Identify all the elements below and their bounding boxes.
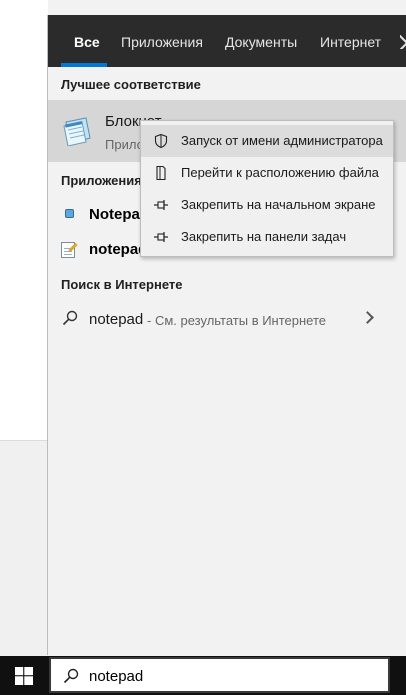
web-result-query: notepad [89,311,144,328]
menu-item-label: Запуск от имени администратора [181,133,383,148]
desktop-area [0,0,48,440]
pin-icon [154,200,168,210]
web-result[interactable]: notepad - См. результаты в Интернете [48,301,406,337]
windows-logo-icon [15,667,33,685]
tabs-more-chevron-icon[interactable] [400,35,406,49]
shield-icon [154,133,168,149]
search-panel: Все Приложения Документы Интернет Лучшее… [47,15,406,655]
taskbar-search-input[interactable]: notepad [49,657,390,693]
desktop-area-lower [0,441,48,656]
active-tab-indicator [61,63,107,67]
menu-item-label: Перейти к расположению файла [181,165,379,180]
tab-bar: Все Приложения Документы Интернет [48,15,406,67]
section-web: Поиск в Интернете [61,277,183,292]
menu-item-open-location[interactable]: Перейти к расположению файла [141,157,393,189]
search-icon [62,310,78,326]
section-apps: Приложения [61,173,142,188]
notepad-doc-icon [61,242,78,258]
menu-item-run-as-admin[interactable]: Запуск от имени администратора [141,125,393,157]
start-button[interactable] [0,656,48,695]
tab-apps[interactable]: Приложения [121,15,203,67]
web-result-hint: - См. результаты в Интернете [147,313,327,328]
file-location-icon [156,165,166,181]
chevron-right-icon[interactable] [361,311,374,324]
pin-taskbar-icon [154,232,168,242]
tab-all[interactable]: Все [74,15,100,67]
best-match-type: Прило [105,137,144,152]
search-icon [63,668,79,684]
taskbar: notepad [0,656,406,695]
menu-item-label: Закрепить на панели задач [181,229,347,244]
search-input-value: notepad [89,668,144,685]
menu-item-label: Закрепить на начальном экране [181,197,376,212]
notepad-app-icon [63,117,91,146]
app-result-label: notepad [89,241,148,258]
menu-item-pin-start[interactable]: Закрепить на начальном экране [141,189,393,221]
tab-internet[interactable]: Интернет [320,15,381,67]
menu-item-pin-taskbar[interactable]: Закрепить на панели задач [141,221,393,253]
notepad-small-icon [65,209,74,218]
tab-documents[interactable]: Документы [225,15,297,67]
context-menu: Запуск от имени администратора Перейти к… [140,120,394,257]
section-best-match: Лучшее соответствие [61,77,201,92]
